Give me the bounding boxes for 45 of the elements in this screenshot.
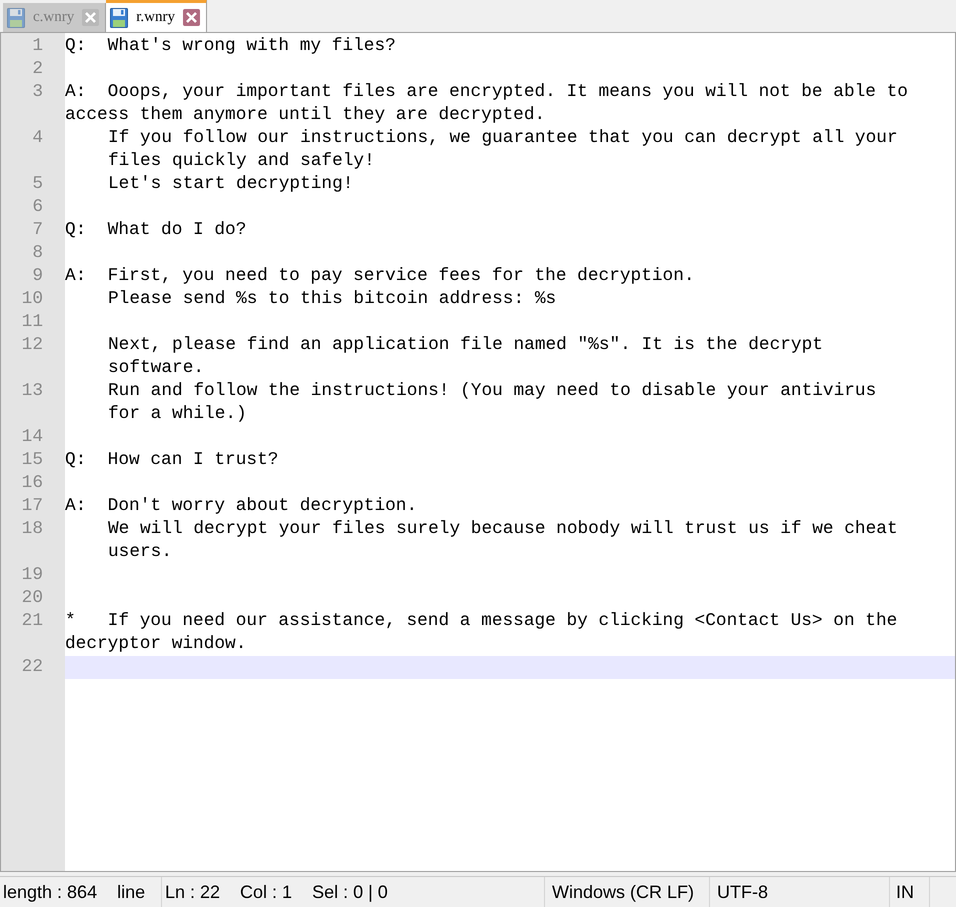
line-position: Ln : 22	[165, 882, 220, 902]
code-line: Q: What do I do?	[65, 219, 248, 242]
code-line: * If you need our assistance, send a message by clicking <Contact Us> on the decryptor window.	[65, 610, 898, 656]
line-number: 21	[20, 610, 44, 633]
file-tab[interactable]: r.wnry	[106, 0, 207, 32]
code-line: Please send %s to this bitcoin address: %s	[108, 288, 558, 311]
line-number: 15	[20, 449, 44, 472]
line-number: 9	[31, 265, 44, 288]
line-number: 1	[31, 35, 44, 58]
line-number: 22	[20, 656, 44, 679]
length-readout: length : 864	[3, 882, 98, 902]
line-number: 7	[31, 219, 44, 242]
line-number: 3	[31, 81, 44, 104]
column-position: Col : 1	[240, 882, 292, 902]
insert-mode: IN	[896, 882, 914, 902]
line-number: 18	[20, 518, 44, 541]
code-line: A: First, you need to pay service fees for the decryption.	[65, 265, 696, 288]
code-line: Q: How can I trust?	[65, 449, 280, 472]
close-icon[interactable]	[183, 9, 200, 26]
code-line: We will decrypt your files surely because nobody will trust us if we cheat users.	[108, 518, 899, 564]
line-number: 4	[31, 127, 44, 150]
line-number: 10	[20, 288, 44, 311]
code-line: Run and follow the instructions! (You may need to disable your antivirus for a while.)	[108, 380, 878, 426]
line-number: 11	[20, 311, 44, 334]
line-number: 6	[31, 196, 44, 219]
code-line: If you follow our instructions, we guarantee that you can decrypt all your files quickly and safely!	[108, 127, 899, 173]
code-line: Q: What's wrong with my files?	[65, 35, 397, 58]
code-line: A: Don't worry about decryption.	[65, 495, 418, 518]
line-ending: Windows (CR LF)	[552, 882, 694, 902]
encoding-readout: UTF-8	[717, 882, 768, 902]
line-number: 17	[20, 495, 44, 518]
code-line: Let's start decrypting!	[108, 173, 354, 196]
code-line: A: Ooops, your important files are encrypted. It means you will not be able to access them anymore until they are decrypted.	[65, 81, 909, 127]
selection-readout: Sel : 0 | 0	[312, 882, 388, 902]
lines-readout: line	[117, 882, 146, 902]
line-number: 16	[20, 472, 44, 495]
line-number: 2	[31, 58, 44, 81]
line-number: 20	[20, 587, 44, 610]
line-number: 8	[31, 242, 44, 265]
line-number: 14	[20, 426, 44, 449]
code-line: Next, please find an application file named "%s". It is the decrypt software.	[108, 334, 824, 380]
line-number: 12	[20, 334, 44, 357]
line-number: 5	[31, 173, 44, 196]
line-number: 13	[20, 380, 44, 403]
line-number: 19	[20, 564, 44, 587]
